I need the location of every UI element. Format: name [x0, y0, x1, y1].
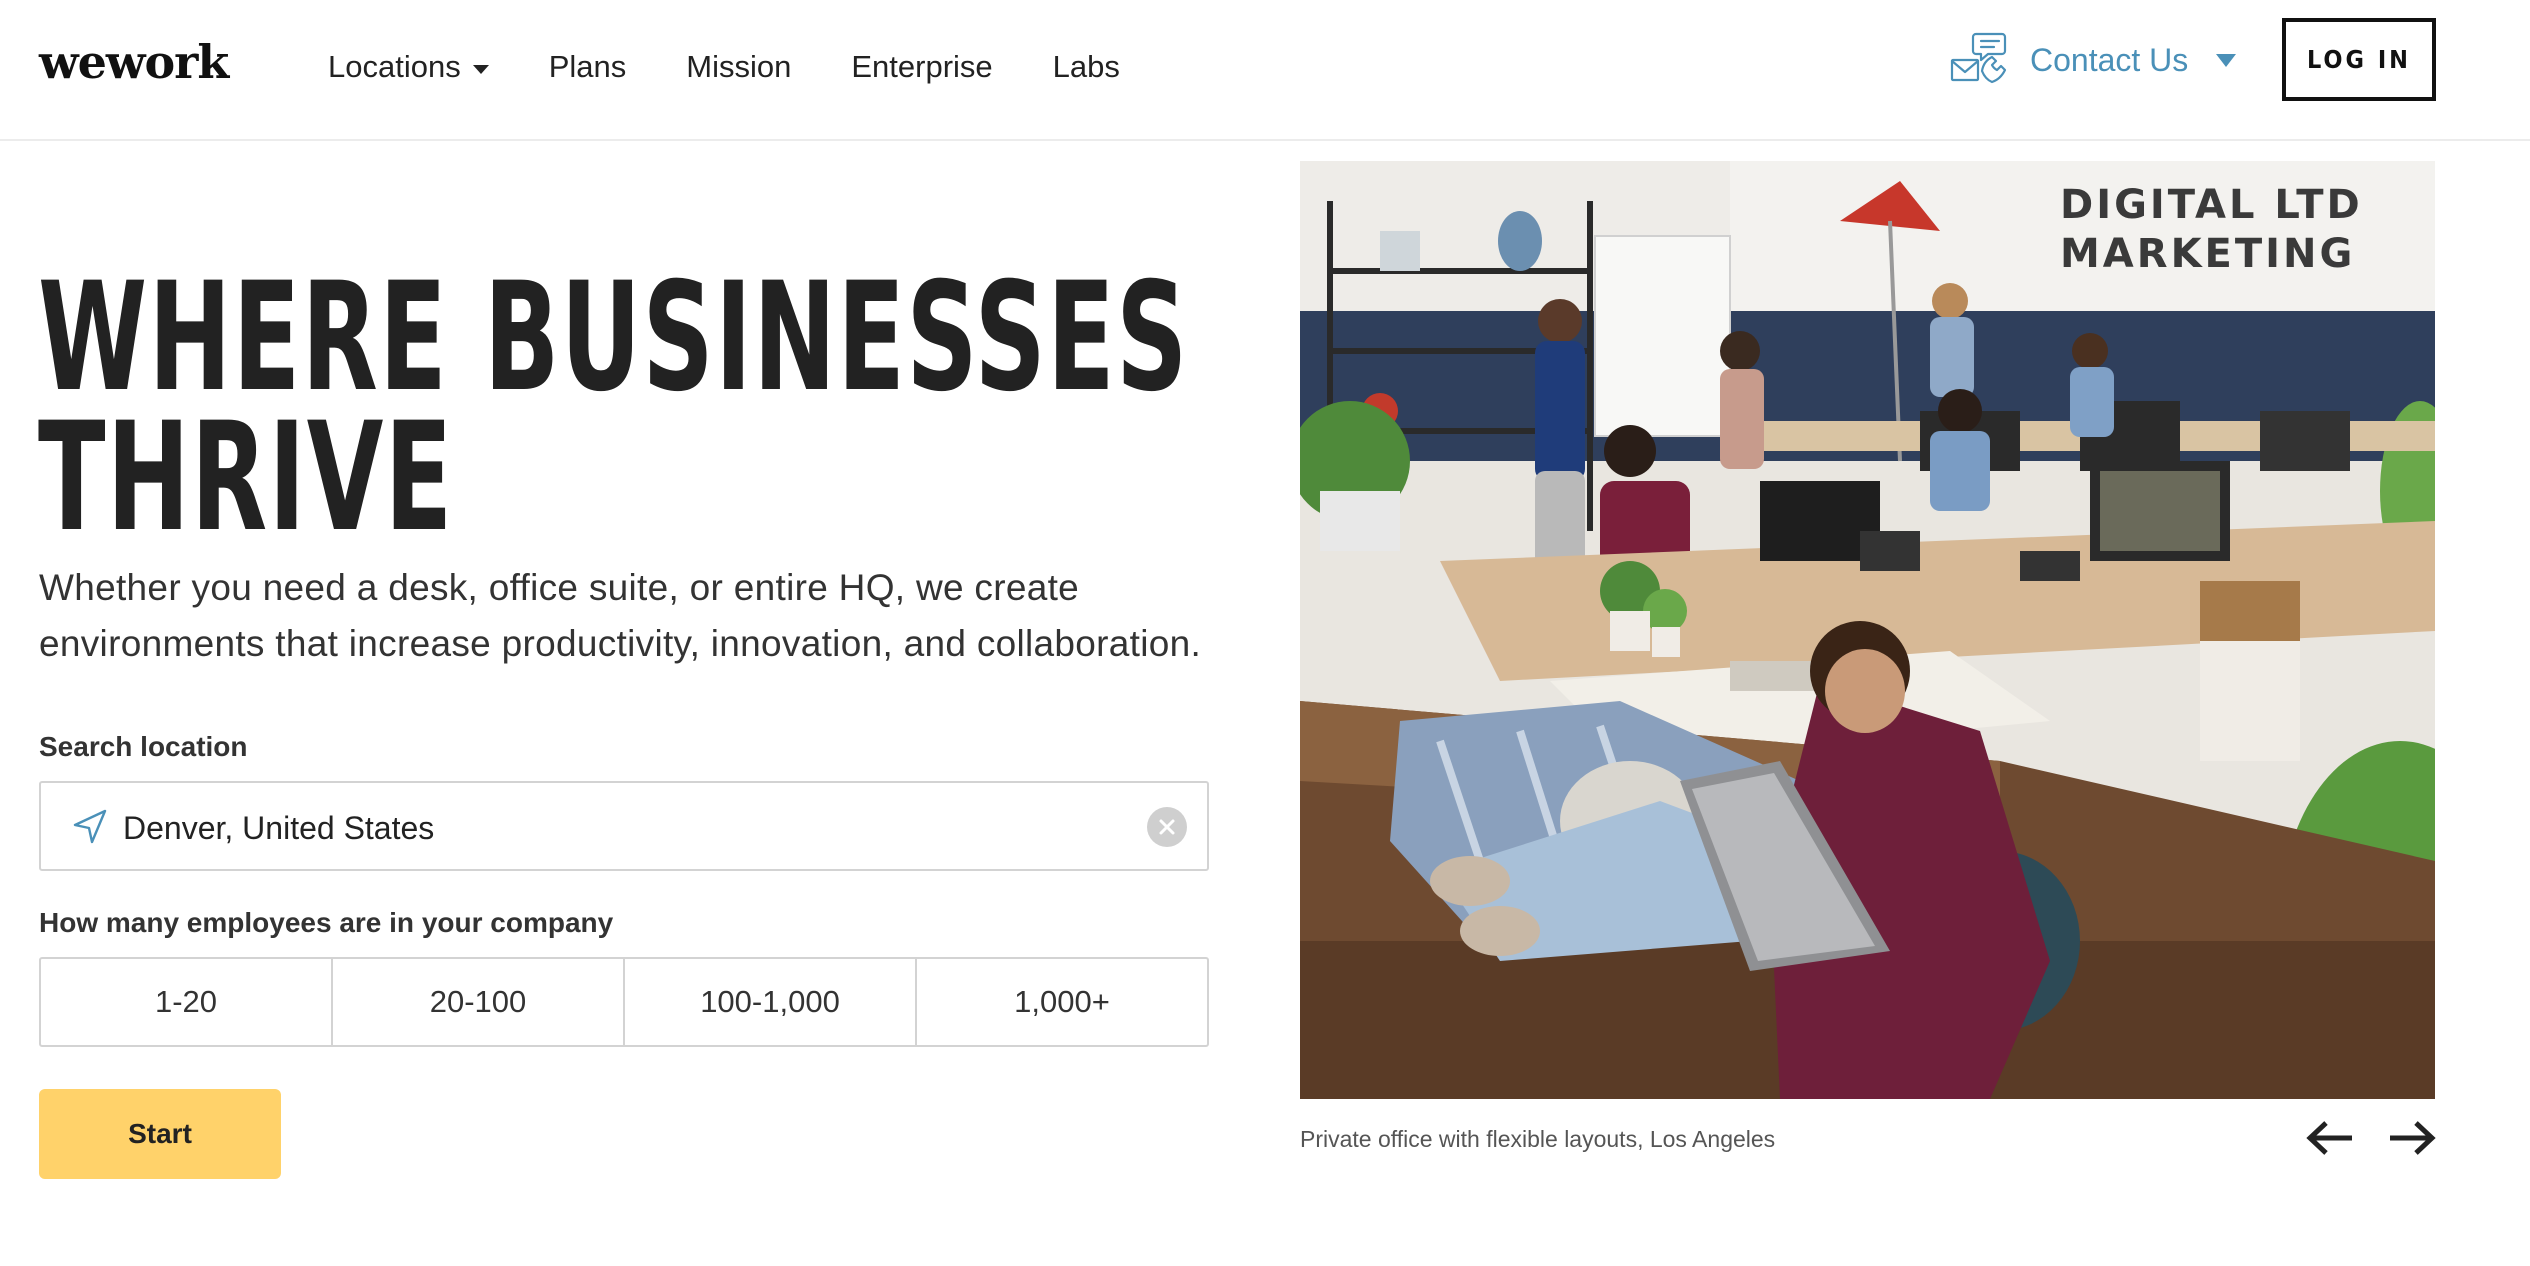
contact-us-label: Contact Us: [2030, 42, 2189, 78]
next-slide-button[interactable]: [2386, 1118, 2436, 1158]
nav-mission[interactable]: Mission: [686, 47, 791, 87]
employee-option-100-1000[interactable]: 100-1,000: [625, 959, 917, 1045]
employees-label: How many employees are in your company: [39, 907, 614, 938]
employee-option-1000-plus[interactable]: 1,000+: [917, 959, 1207, 1045]
nav-plans[interactable]: Plans: [549, 47, 627, 87]
employee-count-selector: 1-20 20-100 100-1,000 1,000+: [39, 957, 1209, 1047]
headline-line-2: THRIVE: [38, 391, 454, 565]
search-location-field: [39, 781, 1209, 871]
main-nav: Locations Plans Mission Enterprise Labs: [328, 44, 1180, 90]
hero-office-photo: DIGITAL LTD MARKETING: [1300, 161, 2435, 1099]
office-scene-illustration: DIGITAL LTD MARKETING: [1300, 161, 2435, 1099]
employee-option-1-20[interactable]: 1-20: [41, 959, 333, 1045]
previous-slide-button[interactable]: [2306, 1118, 2356, 1158]
hero-subtitle: Whether you need a desk, office suite, o…: [39, 567, 1202, 664]
site-header: wework Locations Plans Mission Enterpris…: [0, 0, 2530, 141]
hero-headline: WHERE BUSINESSES THRIVE: [38, 263, 1187, 553]
wework-logo[interactable]: wework: [39, 36, 229, 88]
photo-caption: Private office with flexible layouts, Lo…: [1300, 1126, 1776, 1152]
sign-line-2: MARKETING: [2060, 231, 2355, 277]
location-arrow-icon: [73, 809, 107, 844]
contact-us-dropdown[interactable]: Contact Us: [1948, 30, 2237, 90]
chevron-down-icon: [472, 64, 489, 74]
search-location-input[interactable]: [123, 808, 1123, 848]
clear-search-button[interactable]: [1147, 807, 1187, 847]
nav-labs[interactable]: Labs: [1053, 47, 1120, 87]
employee-option-20-100[interactable]: 20-100: [333, 959, 625, 1045]
nav-locations[interactable]: Locations: [328, 47, 489, 87]
nav-enterprise[interactable]: Enterprise: [851, 47, 992, 87]
sign-line-1: DIGITAL LTD: [2060, 182, 2363, 228]
nav-locations-label: Locations: [328, 49, 461, 84]
login-button[interactable]: LOG IN: [2282, 18, 2436, 101]
arrow-right-icon: [2390, 1121, 2436, 1155]
contact-chat-phone-icon: [1950, 32, 2007, 84]
start-button[interactable]: Start: [39, 1089, 281, 1179]
close-icon: [1159, 819, 1175, 835]
arrow-left-icon: [2306, 1121, 2352, 1155]
caret-down-icon: [2216, 53, 2237, 67]
search-location-label: Search location: [39, 731, 248, 762]
